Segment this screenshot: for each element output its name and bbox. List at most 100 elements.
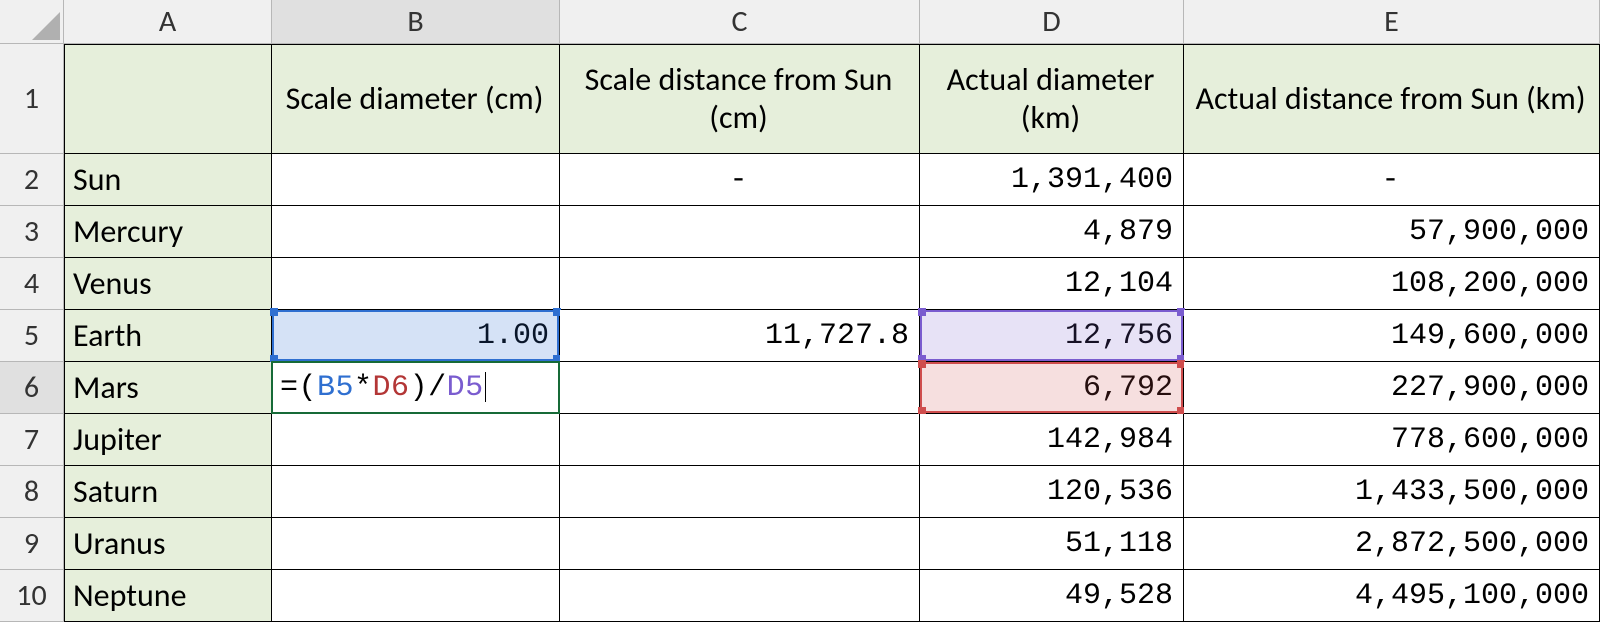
row-header-4[interactable]: 4 [0,258,64,310]
cell-A4[interactable]: Venus [64,258,272,310]
cell-value: 778,600,000 [1391,423,1589,457]
header-text: Scale distance from Sun (cm) [568,61,909,138]
cell-A3[interactable]: Mercury [64,206,272,258]
cell-C6[interactable] [560,362,920,414]
cell-B9[interactable] [272,518,560,570]
cell-A5[interactable]: Earth [64,310,272,362]
col-header-D[interactable]: D [920,0,1184,44]
row-header-7[interactable]: 7 [0,414,64,466]
cell-C2[interactable]: - [560,154,920,206]
cell-D8[interactable]: 120,536 [920,466,1184,518]
cell-B3[interactable] [272,206,560,258]
cell-C4[interactable] [560,258,920,310]
cell-value: 1.00 [477,319,549,353]
cell-D7[interactable]: 142,984 [920,414,1184,466]
cell-D3[interactable]: 4,879 [920,206,1184,258]
select-all-corner[interactable] [0,0,64,44]
row-label: Earth [73,316,142,355]
formula-token: D6 [373,371,410,405]
cell-D10[interactable]: 49,528 [920,570,1184,622]
cell-A7[interactable]: Jupiter [64,414,272,466]
cell-D4[interactable]: 12,104 [920,258,1184,310]
row-header-3[interactable]: 3 [0,206,64,258]
col-header-C[interactable]: C [560,0,920,44]
cell-E7[interactable]: 778,600,000 [1184,414,1600,466]
row-label: Venus [73,264,152,303]
cell-B10[interactable] [272,570,560,622]
cell-D1[interactable]: Actual diameter (km) [920,44,1184,154]
row-header-5[interactable]: 5 [0,310,64,362]
cell-B4[interactable] [272,258,560,310]
header-text: Scale diameter (cm) [286,80,544,118]
cell-value: 57,900,000 [1409,215,1589,249]
cell-E10[interactable]: 4,495,100,000 [1184,570,1600,622]
cell-E6[interactable]: 227,900,000 [1184,362,1600,414]
cell-D2[interactable]: 1,391,400 [920,154,1184,206]
cell-value: 51,118 [1065,527,1173,561]
cell-value: 11,727.8 [765,319,909,353]
col-header-A[interactable]: A [64,0,272,44]
cell-value: 120,536 [1047,475,1173,509]
row-label: Uranus [73,524,166,563]
row-header-8[interactable]: 8 [0,466,64,518]
cell-C5[interactable]: 11,727.8 [560,310,920,362]
row-label: Saturn [73,472,158,511]
cell-C9[interactable] [560,518,920,570]
header-text: Actual diameter (km) [928,61,1173,138]
cell-A10[interactable]: Neptune [64,570,272,622]
cell-A9[interactable]: Uranus [64,518,272,570]
row-header-10[interactable]: 10 [0,570,64,622]
cell-C10[interactable] [560,570,920,622]
cell-C7[interactable] [560,414,920,466]
cell-E5[interactable]: 149,600,000 [1184,310,1600,362]
cell-B5[interactable]: 1.00 [272,310,560,362]
cell-E3[interactable]: 57,900,000 [1184,206,1600,258]
cell-value: - [729,163,747,197]
formula-token: =( [280,371,317,405]
cell-A8[interactable]: Saturn [64,466,272,518]
cell-E9[interactable]: 2,872,500,000 [1184,518,1600,570]
cell-D9[interactable]: 51,118 [920,518,1184,570]
cell-C3[interactable] [560,206,920,258]
row-header-9[interactable]: 9 [0,518,64,570]
cell-B8[interactable] [272,466,560,518]
col-header-B[interactable]: B [272,0,560,44]
header-text: Actual distance from Sun (km) [1195,80,1585,118]
row-label: Sun [73,160,121,199]
formula-token: )/ [410,371,447,405]
cell-value: 12,756 [1065,319,1173,353]
cell-B2[interactable] [272,154,560,206]
cell-value: 12,104 [1065,267,1173,301]
text-caret [485,372,486,402]
row-header-6[interactable]: 6 [0,362,64,414]
formula-token: D5 [447,371,484,405]
cell-value: 149,600,000 [1391,319,1589,353]
row-header-1[interactable]: 1 [0,44,64,154]
cell-value: 6,792 [1083,371,1173,405]
cell-value: 49,528 [1065,579,1173,613]
cell-E2[interactable]: - [1184,154,1600,206]
formula-token: B5 [317,371,354,405]
cell-C1[interactable]: Scale distance from Sun (cm) [560,44,920,154]
cell-E4[interactable]: 108,200,000 [1184,258,1600,310]
cell-value: 2,872,500,000 [1355,527,1589,561]
row-label: Neptune [73,576,187,615]
cell-B1[interactable]: Scale diameter (cm) [272,44,560,154]
cell-A6[interactable]: Mars [64,362,272,414]
row-header-2[interactable]: 2 [0,154,64,206]
formula-token: * [354,371,373,405]
row-label: Mercury [73,212,183,251]
cell-value: 108,200,000 [1391,267,1589,301]
cell-E1[interactable]: Actual distance from Sun (km) [1184,44,1600,154]
col-header-E[interactable]: E [1184,0,1600,44]
cell-C8[interactable] [560,466,920,518]
cell-A1[interactable] [64,44,272,154]
cell-D6[interactable]: 6,792 [920,362,1184,414]
formula-editor[interactable]: =(B5*D6)/D5 [280,371,486,405]
cell-B7[interactable] [272,414,560,466]
cell-A2[interactable]: Sun [64,154,272,206]
cell-E8[interactable]: 1,433,500,000 [1184,466,1600,518]
spreadsheet-grid[interactable]: A B C D E 1 Scale diameter (cm) Scale di… [0,0,1600,622]
cell-B6[interactable]: =(B5*D6)/D5 [272,362,560,414]
cell-D5[interactable]: 12,756 [920,310,1184,362]
